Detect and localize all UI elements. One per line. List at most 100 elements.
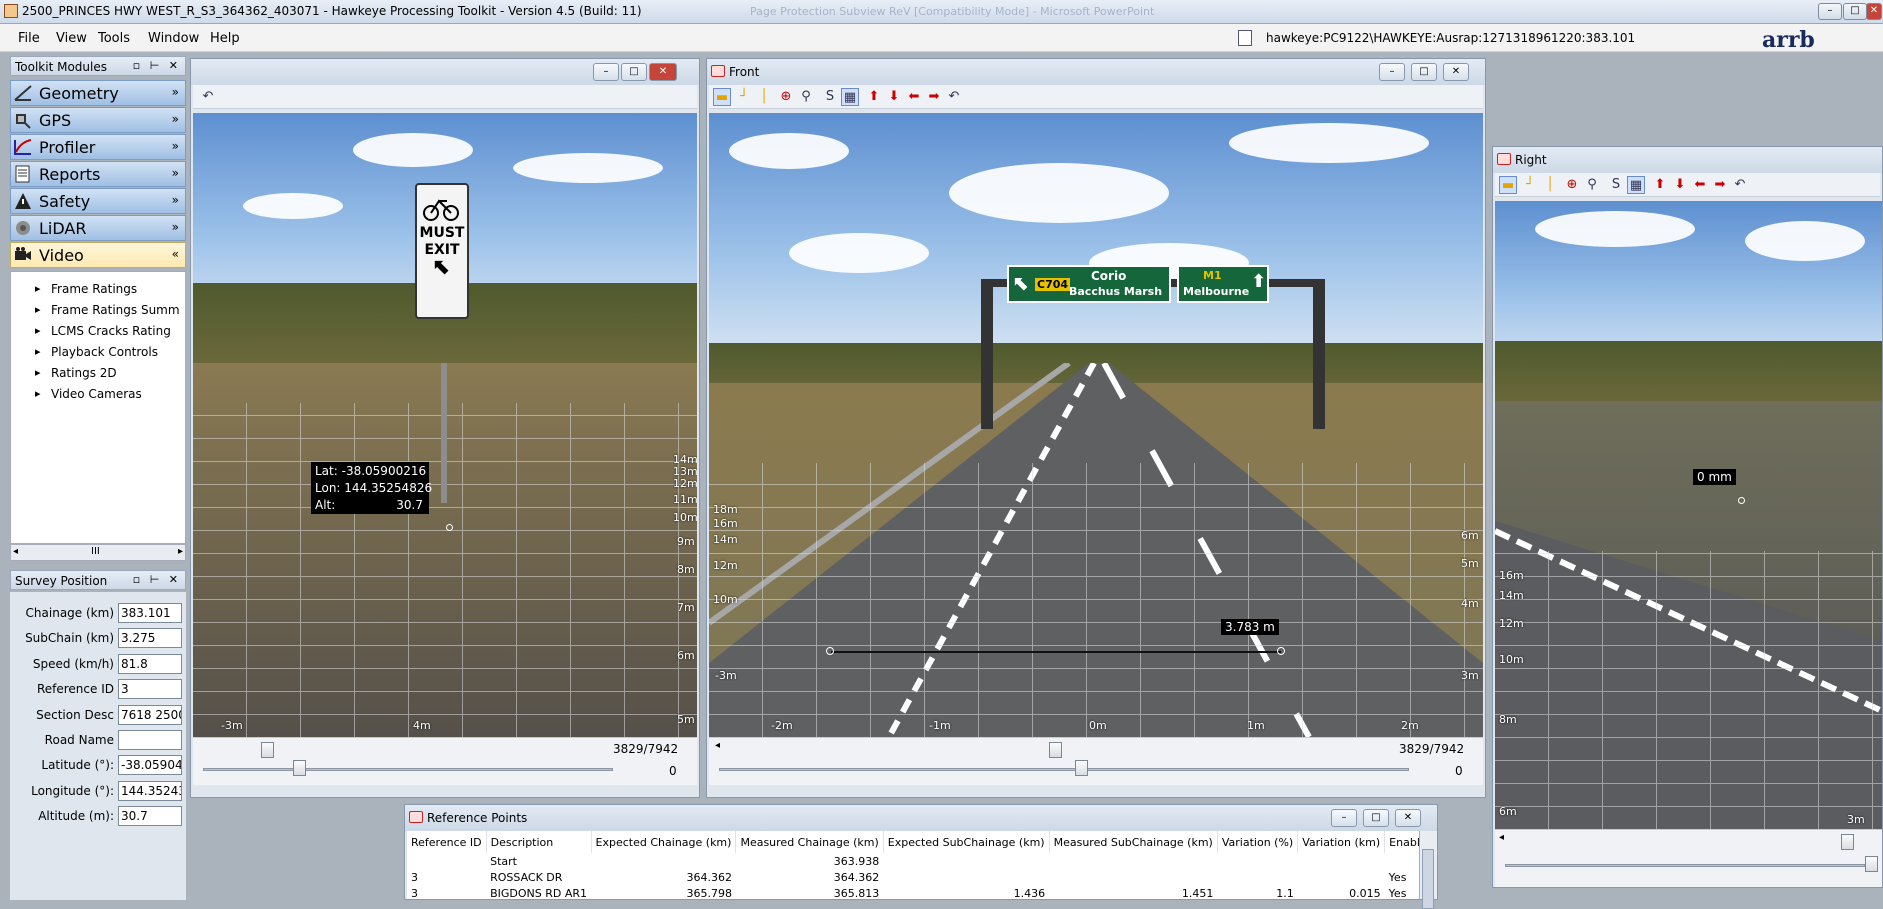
column-header[interactable]: Expected SubChainage (km) <box>883 831 1050 853</box>
undo-icon[interactable]: ↶ <box>1731 176 1749 194</box>
right-frame-slider[interactable]: ◂ <box>1495 829 1882 887</box>
undo-icon[interactable]: ↶ <box>199 88 217 106</box>
minimize-button[interactable]: – <box>1379 63 1405 81</box>
curve-icon[interactable]: S <box>1607 176 1625 194</box>
vertical-measure-icon[interactable]: ┘ <box>735 88 753 106</box>
module-profiler[interactable]: Profiler » <box>10 134 186 160</box>
scroll-left-icon[interactable]: ◂ <box>1499 832 1504 843</box>
column-header[interactable]: Description <box>486 831 592 853</box>
minimize-button[interactable]: – <box>1331 809 1357 827</box>
arrow-up-icon[interactable]: ⬆ <box>865 88 883 106</box>
menu-tools[interactable]: Tools <box>98 31 130 46</box>
grid-toggle-icon[interactable]: ▦ <box>1627 176 1645 194</box>
table-vertical-scrollbar[interactable] <box>1419 831 1437 909</box>
speed-input[interactable]: 81.8 <box>118 654 182 674</box>
maximize-button[interactable]: □ <box>1843 3 1867 20</box>
arrow-down-icon[interactable]: ⬇ <box>885 88 903 106</box>
panel-controls[interactable]: ▫ ⊢ ✕ <box>133 59 181 72</box>
chainage-input[interactable]: 383.101 <box>118 603 182 623</box>
module-safety[interactable]: Safety » <box>10 188 186 214</box>
close-button[interactable]: ✕ <box>1866 3 1882 20</box>
close-button[interactable]: ✕ <box>649 63 677 81</box>
scroll-thumb[interactable] <box>1422 849 1434 909</box>
playback-track[interactable] <box>719 768 1409 771</box>
scroll-right-icon[interactable]: ▸ <box>178 546 183 557</box>
arrow-down-icon[interactable]: ⬇ <box>1671 176 1689 194</box>
measure-end-point[interactable] <box>1277 647 1285 655</box>
grid-toggle-icon[interactable]: ▦ <box>841 88 859 106</box>
table-row[interactable]: Start 363.938 <box>407 853 1419 869</box>
undo-icon[interactable]: ↶ <box>945 88 963 106</box>
zoom-icon[interactable]: ⚲ <box>797 88 815 106</box>
module-video[interactable]: Video « <box>10 242 186 268</box>
frame-slider-thumb[interactable] <box>1049 742 1062 758</box>
playback-thumb[interactable] <box>1075 760 1088 776</box>
arrow-up-icon[interactable]: ⬆ <box>1651 176 1669 194</box>
menu-file[interactable]: File <box>18 31 40 46</box>
arrow-left-icon[interactable]: ⬅ <box>905 88 923 106</box>
arrow-left-icon[interactable]: ⬅ <box>1691 176 1709 194</box>
reference-id-input[interactable]: 3 <box>118 679 182 699</box>
playback-track[interactable] <box>1505 864 1865 867</box>
section-desc-input[interactable]: 7618 2500R <box>118 705 182 725</box>
table-row[interactable]: 3 BIGDONS RD AR1 365.798 365.813 1.436 1… <box>407 885 1419 900</box>
minimize-button[interactable]: – <box>593 63 619 81</box>
vertical-measure-icon[interactable]: ┘ <box>1521 176 1539 194</box>
panel-controls[interactable]: ▫ ⊢ ✕ <box>133 573 181 586</box>
longitude-input[interactable]: 144.3524340 <box>118 781 182 801</box>
close-button[interactable]: ✕ <box>1395 809 1421 827</box>
zoom-icon[interactable]: ⚲ <box>1583 176 1601 194</box>
target-icon[interactable]: ⊕ <box>777 88 795 106</box>
tree-item-ratings-2d[interactable]: Ratings 2D <box>35 366 117 380</box>
tree-item-frame-ratings[interactable]: Frame Ratings <box>35 282 137 296</box>
height-measure-icon[interactable]: │ <box>1541 176 1559 194</box>
menu-window[interactable]: Window <box>148 31 199 46</box>
measure-point[interactable] <box>1738 497 1745 504</box>
tree-item-playback-controls[interactable]: Playback Controls <box>35 345 158 359</box>
target-icon[interactable]: ⊕ <box>1563 176 1581 194</box>
frame-slider-thumb[interactable] <box>261 742 274 758</box>
scroll-thumb[interactable]: III <box>91 546 100 557</box>
tree-item-video-cameras[interactable]: Video Cameras <box>35 387 142 401</box>
latitude-input[interactable]: -38.0590410 <box>118 755 182 775</box>
table-row[interactable]: 3 ROSSACK DR 364.362 364.362 Yes <box>407 869 1419 885</box>
maximize-button[interactable]: □ <box>621 63 647 81</box>
right-camera-image[interactable]: 0 mm 16m 14m 12m 10m 8m 6m 3m <box>1495 201 1882 829</box>
module-lidar[interactable]: LiDAR » <box>10 215 186 241</box>
arrow-right-icon[interactable]: ➡ <box>1711 176 1729 194</box>
scroll-left-icon[interactable]: ◂ <box>715 740 720 751</box>
frame-slider-thumb[interactable] <box>1841 834 1854 850</box>
column-header[interactable]: Measured SubChainage (km) <box>1049 831 1218 853</box>
subchain-input[interactable]: 3.275 <box>118 628 182 648</box>
column-header[interactable]: Variation (km) <box>1297 831 1386 853</box>
playback-thumb[interactable] <box>293 760 306 776</box>
tree-horizontal-scrollbar[interactable]: ◂ III ▸ <box>10 544 186 561</box>
module-geometry[interactable]: Geometry » <box>10 80 186 106</box>
column-header[interactable]: Reference ID <box>407 831 487 853</box>
left-camera-image[interactable]: MUST EXIT ⬉ Lat: -38.05900216 Lon: 144.3… <box>193 113 697 737</box>
menu-view[interactable]: View <box>56 31 87 46</box>
maximize-button[interactable]: □ <box>1363 809 1389 827</box>
measure-point[interactable] <box>446 524 453 531</box>
tree-item-frame-ratings-summary[interactable]: Frame Ratings Summ <box>35 303 180 317</box>
close-button[interactable]: ✕ <box>1443 63 1469 81</box>
column-header[interactable]: Expected Chainage (km) <box>591 831 737 853</box>
curve-icon[interactable]: S <box>821 88 839 106</box>
module-reports[interactable]: Reports » <box>10 161 186 187</box>
height-measure-icon[interactable]: │ <box>755 88 773 106</box>
playback-track[interactable] <box>203 768 613 771</box>
measure-start-point[interactable] <box>826 647 834 655</box>
altitude-input[interactable]: 30.7 <box>118 806 182 826</box>
horizontal-measure-icon[interactable]: ▬ <box>713 88 731 106</box>
measure-line[interactable] <box>831 651 1281 653</box>
front-camera-image[interactable]: ⬉ C704 Corio Bacchus Marsh M1 Melbourne … <box>709 113 1483 737</box>
module-gps[interactable]: GPS » <box>10 107 186 133</box>
arrow-right-icon[interactable]: ➡ <box>925 88 943 106</box>
menu-help[interactable]: Help <box>210 31 240 46</box>
scroll-left-icon[interactable]: ◂ <box>13 546 18 557</box>
minimize-button[interactable]: – <box>1818 3 1842 20</box>
horizontal-measure-icon[interactable]: ▬ <box>1499 176 1517 194</box>
left-frame-slider[interactable]: 3829/7942 0 <box>193 737 697 785</box>
playback-thumb[interactable] <box>1865 856 1878 872</box>
column-header[interactable]: Variation (%) <box>1217 831 1299 853</box>
